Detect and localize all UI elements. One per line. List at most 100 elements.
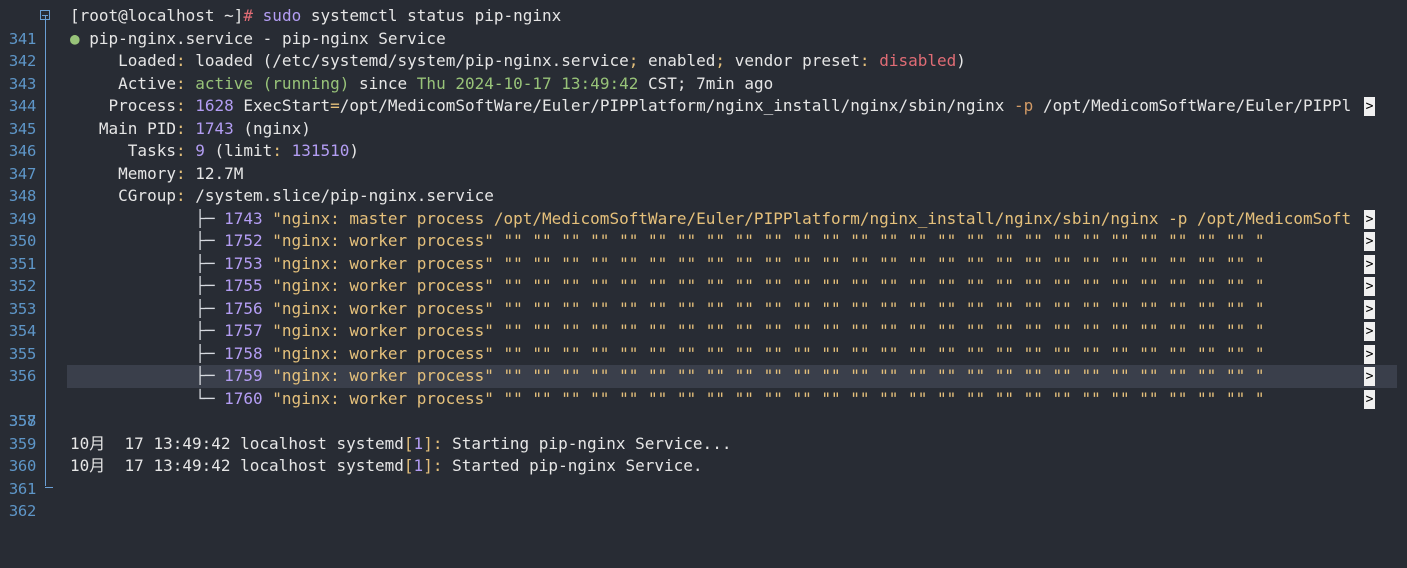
line-content: Main PID: 1743 (nginx) [70, 118, 311, 141]
truncation-marker-icon: > [1364, 344, 1375, 364]
fold-collapse-icon[interactable] [40, 10, 50, 20]
line-content: 10月 17 13:49:42 localhost systemd[1]: St… [70, 455, 703, 478]
command-sudo: sudo [262, 6, 302, 25]
unit-file-path: /etc/systemd/system/pip-nginx.service [272, 51, 629, 70]
tree-process-args: "" "" "" "" "" "" "" "" "" "" "" "" "" "… [493, 388, 1265, 408]
tree-pid: 1753 [224, 253, 263, 273]
truncation-marker-icon: > [1364, 367, 1375, 386]
line-content: [root@localhost ~]# sudo systemctl statu… [70, 5, 561, 28]
status-bullet-icon: ● [70, 28, 80, 48]
service-name: pip-nginx.service [79, 28, 254, 48]
tree-process-args: "" "" "" "" "" "" "" "" "" "" "" "" "" "… [493, 276, 1265, 295]
service-dash: - [253, 28, 282, 48]
code-line-360: 360 10月 17 13:49:42 localhost systemd[1]… [0, 433, 1407, 476]
truncation-marker-icon: > [1364, 322, 1375, 341]
service-description: pip-nginx Service [281, 28, 446, 48]
main-pid-name: (nginx) [233, 118, 311, 138]
truncation-marker-icon: > [1364, 209, 1375, 229]
tree-branch: ├─ [70, 366, 225, 385]
tree-branch: ├─ [70, 298, 225, 318]
tree-process-args: "" "" "" "" "" "" "" "" "" "" "" "" "" "… [493, 231, 1265, 250]
active-colon: : [175, 73, 196, 93]
log-day-time: 17 13:49:42 [105, 433, 231, 453]
tree-branch: ├─ [70, 253, 225, 273]
line-content: └─ 1760 "nginx: worker process" "" "" ""… [70, 388, 1364, 411]
truncation-marker-icon: > [1364, 389, 1375, 409]
truncation-marker-icon: > [1364, 232, 1375, 251]
code-line-362: 362 [0, 478, 1407, 520]
tree-process-text: "nginx: worker process" [262, 388, 494, 408]
tasks-close: ) [349, 141, 360, 160]
exec-path: /opt/MedicomSoftWare/Euler/PIPPlatform/n… [339, 96, 1005, 115]
log-bracket: ] [423, 456, 433, 475]
code-line-341: 341 [root@localhost ~]# sudo systemctl s… [0, 5, 1407, 48]
active-label: Active [70, 73, 176, 93]
log-bracket: [ [403, 456, 414, 475]
exec-args: /opt/MedicomSoftWare/Euler/PIPPl [1033, 96, 1352, 115]
tree-process-args: "" "" "" "" "" "" "" "" "" "" "" "" "" "… [493, 298, 1265, 318]
line-content: ● pip-nginx.service - pip-nginx Service [70, 28, 446, 51]
tree-pid: 1758 [224, 343, 263, 363]
memory-colon: : [175, 163, 196, 183]
code-line-342: 342 ● pip-nginx.service - pip-nginx Serv… [0, 28, 1407, 71]
code-line-359: 359 [0, 410, 1407, 453]
tree-process-text: "nginx: worker process" [262, 321, 494, 340]
code-line-358: 358 └─ 1760 "nginx: worker process" "" "… [0, 388, 1407, 430]
command-text: systemctl status pip-nginx [301, 6, 562, 25]
exec-equals: = [330, 96, 340, 115]
log-host: localhost systemd [230, 433, 404, 453]
memory-label: Memory [70, 163, 176, 183]
code-line-348: 348 Memory: 12.7M [0, 163, 1407, 206]
line-content: ├─ 1743 "nginx: master process /opt/Medi… [70, 208, 1364, 231]
loaded-paren-close: ) [956, 51, 966, 70]
code-line-350: 350 ├─ 1743 "nginx: master process /opt/… [0, 208, 1407, 250]
vendor-preset-label: vendor preset [734, 51, 860, 70]
tree-pid: 1759 [224, 366, 263, 385]
terminal-editor[interactable]: 341 [root@localhost ~]# sudo systemctl s… [0, 0, 1407, 520]
tree-branch: └─ [70, 388, 225, 408]
tree-pid: 1756 [224, 298, 263, 318]
tree-process-args: "" "" "" "" "" "" "" "" "" "" "" "" "" "… [493, 366, 1265, 385]
loaded-state: loaded [195, 51, 254, 70]
line-content: ├─ 1757 "nginx: worker process" "" "" ""… [70, 320, 1364, 343]
tree-process-args: "" "" "" "" "" "" "" "" "" "" "" "" "" "… [493, 343, 1265, 363]
log-message: Starting pip-nginx Service... [442, 433, 732, 453]
tree-branch: ├─ [70, 276, 225, 295]
tree-branch: ├─ [70, 208, 225, 228]
log-message: Started pip-nginx Service. [442, 456, 703, 475]
tasks-limit-label: (limit [204, 141, 273, 160]
active-since: since [349, 73, 417, 93]
loaded-paren-open: ( [253, 51, 273, 70]
log-pid: 1 [413, 456, 424, 475]
log-month: 10月 [70, 433, 106, 453]
line-content: CGroup: /system.slice/pip-nginx.service [70, 185, 494, 208]
log-bracket: ] [423, 433, 433, 453]
line-content: Loaded: loaded (/etc/systemd/system/pip-… [70, 50, 966, 73]
line-content: Memory: 12.7M [70, 163, 243, 186]
fold-end-marker [45, 486, 53, 488]
tasks-colon: : [175, 141, 196, 160]
line-content: ├─ 1752 "nginx: worker process" "" "" ""… [70, 230, 1364, 253]
tree-process-args: "" "" "" "" "" "" "" "" "" "" "" "" "" "… [493, 253, 1265, 273]
code-line-356: 356 ├─ 1758 "nginx: worker process" "" "… [0, 343, 1407, 385]
log-host: localhost systemd [230, 456, 404, 475]
line-content: ├─ 1756 "nginx: worker process" "" "" ""… [70, 298, 1364, 321]
line-content: ├─ 1758 "nginx: worker process" "" "" ""… [70, 343, 1364, 366]
loaded-colon: : [175, 51, 196, 70]
tree-process-text: "nginx: worker process" [262, 231, 494, 250]
vendor-preset-value: disabled [879, 51, 957, 70]
line-number: 362 [8, 502, 36, 520]
tree-process-text: "nginx: master process /opt/MedicomSoftW… [262, 208, 1352, 228]
code-line-345: 345 Process: 1628 ExecStart=/opt/Medicom… [0, 95, 1407, 138]
cgroup-colon: : [175, 186, 196, 205]
vendor-colon: : [859, 51, 880, 70]
tree-pid: 1760 [224, 388, 263, 408]
code-line-352: 352 ├─ 1753 "nginx: worker process" "" "… [0, 253, 1407, 295]
code-line-361: 361 10月 17 13:49:42 localhost systemd[1]… [0, 455, 1407, 498]
tree-branch: ├─ [70, 321, 225, 340]
line-content: ├─ 1759 "nginx: worker process" "" "" ""… [70, 365, 1364, 388]
memory-value: 12.7M [195, 163, 244, 183]
tasks-value: 9 [195, 141, 205, 160]
code-line-351: 351 ├─ 1752 "nginx: worker process" "" "… [0, 230, 1407, 273]
active-date: Thu 2024-10-17 13:49:42 [416, 73, 639, 93]
